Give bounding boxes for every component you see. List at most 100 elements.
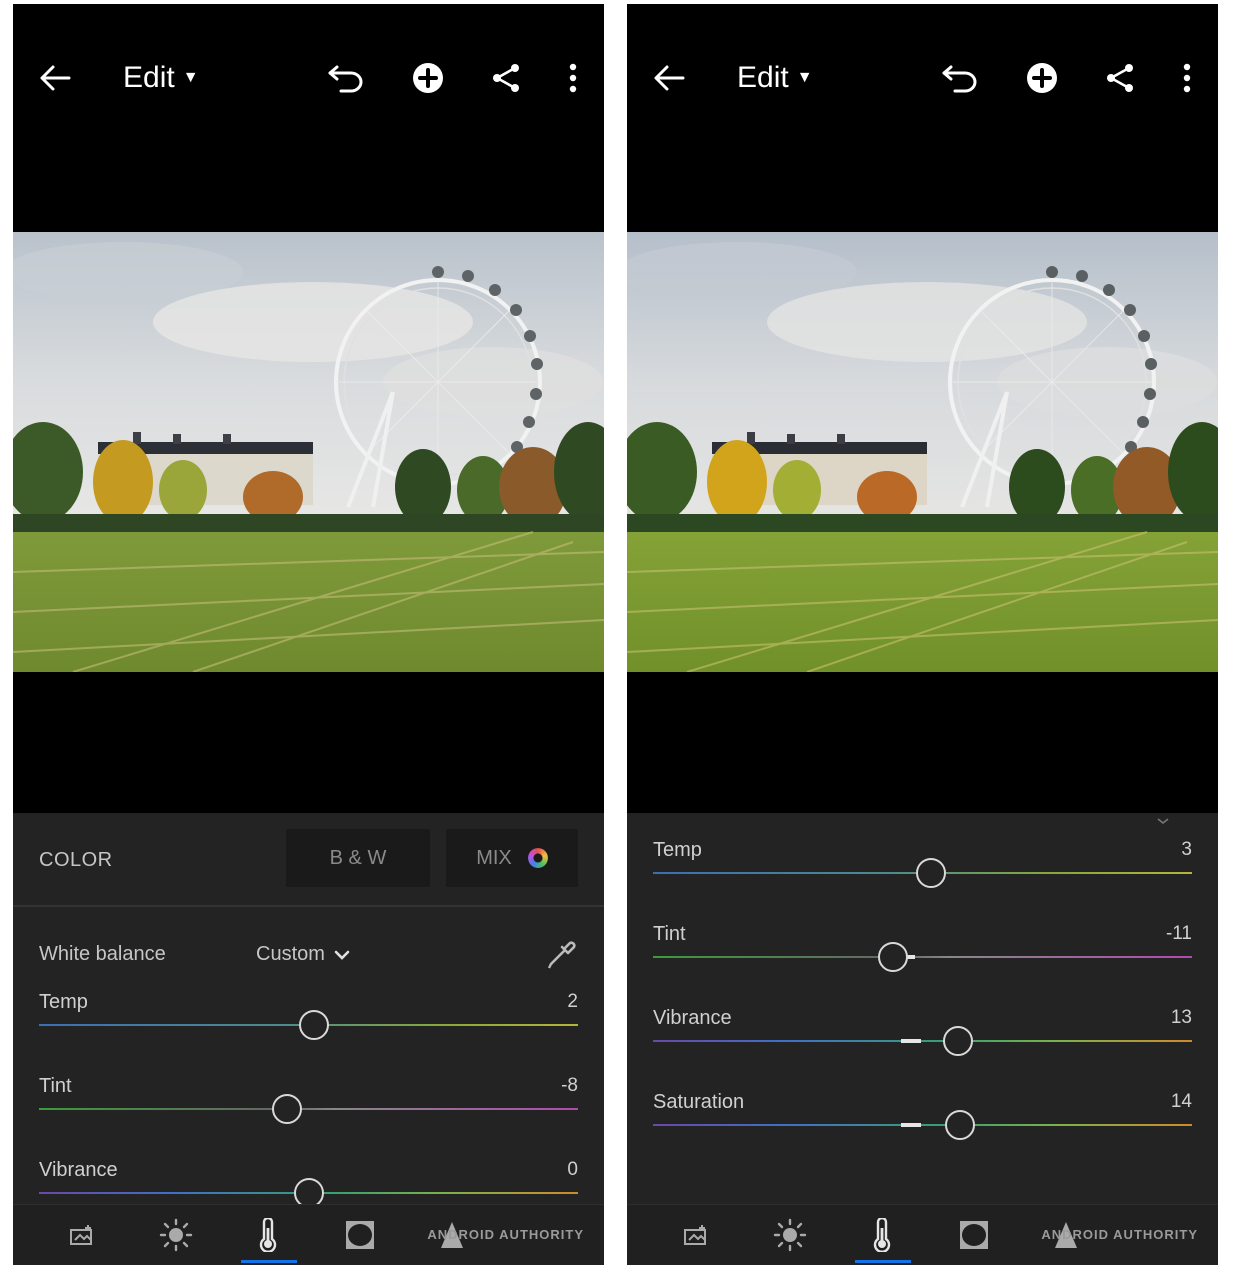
tint-value: -11 [1165, 923, 1192, 944]
london-eye-photo [13, 232, 604, 672]
add-button[interactable] [1019, 56, 1065, 100]
eyedropper-button[interactable] [544, 937, 578, 971]
saturation-knob[interactable] [945, 1110, 976, 1140]
temp-slider[interactable]: Temp 3 [653, 839, 1192, 923]
edit-panel: COLOR B & W MIX White balance Custom Tem… [13, 813, 604, 1265]
more-vertical-icon [1183, 63, 1191, 93]
temp-label: Temp [39, 991, 88, 1013]
active-tab-indicator [241, 1260, 297, 1263]
caret-down-icon: ▼ [796, 69, 813, 86]
edit-mode-label: Edit [737, 61, 789, 94]
tint-label: Tint [653, 923, 686, 945]
caret-down-icon: ▼ [182, 69, 199, 86]
arrow-left-icon [40, 65, 71, 91]
color-thermometer-icon [873, 1218, 891, 1252]
watermark-text: ANDROID AUTHORITY [427, 1227, 584, 1242]
vibrance-fill [900, 1039, 921, 1043]
tint-slider[interactable]: Tint -11 [653, 923, 1192, 1007]
white-balance-row: White balance Custom [39, 937, 578, 973]
tint-knob[interactable] [877, 942, 908, 972]
more-vertical-icon [569, 63, 577, 93]
bottom-tool-bar: ANDROID AUTHORITY [627, 1204, 1218, 1265]
temp-value: 2 [567, 991, 578, 1012]
white-balance-label: White balance [39, 943, 166, 965]
saturation-fill [900, 1123, 921, 1127]
color-tool-button[interactable] [865, 1218, 899, 1252]
edit-mode-dropdown[interactable]: Edit ▼ [737, 56, 837, 100]
collapse-caret-icon[interactable] [1156, 817, 1170, 825]
undo-button[interactable] [323, 56, 369, 100]
eyedropper-icon [547, 941, 576, 969]
color-thermometer-icon [259, 1218, 277, 1252]
more-options-button[interactable] [1172, 56, 1202, 100]
crop-icon [684, 1225, 706, 1245]
add-circle-icon [1027, 63, 1057, 93]
light-icon [159, 1218, 193, 1252]
temp-knob[interactable] [298, 1010, 329, 1040]
tint-value: -8 [561, 1075, 578, 1096]
bottom-tool-bar: ANDROID AUTHORITY [13, 1204, 604, 1265]
photo-preview[interactable] [627, 232, 1218, 672]
undo-icon [942, 65, 977, 93]
vibrance-value: 0 [567, 1159, 578, 1180]
arrow-left-icon [654, 65, 685, 91]
more-options-button[interactable] [558, 56, 588, 100]
tint-track[interactable] [653, 956, 1192, 958]
tint-slider[interactable]: Tint -8 [39, 1075, 578, 1159]
light-tool-button[interactable] [773, 1218, 807, 1252]
chevron-down-icon [335, 950, 350, 960]
edit-panel: Temp 3 Tint -11 Vibrance 13 Saturation 1… [627, 813, 1218, 1265]
saturation-label: Saturation [653, 1091, 745, 1113]
effects-tool-button[interactable] [957, 1218, 991, 1252]
temp-slider[interactable]: Temp 2 [39, 991, 578, 1075]
share-button[interactable] [1097, 56, 1143, 100]
back-button[interactable] [35, 56, 75, 100]
back-button[interactable] [649, 56, 689, 100]
right-screenshot: Edit ▼ Temp 3 Tint -11 Vibrance 13 Satur… [627, 4, 1218, 1265]
add-button[interactable] [405, 56, 451, 100]
saturation-track[interactable] [653, 1124, 1192, 1126]
top-bar: Edit ▼ [627, 4, 1218, 154]
add-circle-icon [413, 63, 443, 93]
tint-label: Tint [39, 1075, 72, 1097]
light-tool-button[interactable] [159, 1218, 193, 1252]
vibrance-slider[interactable]: Vibrance 13 [653, 1007, 1192, 1091]
mix-label: MIX [476, 846, 512, 869]
temp-label: Temp [653, 839, 702, 861]
vibrance-track[interactable] [653, 1040, 1192, 1042]
share-button[interactable] [483, 56, 529, 100]
vibrance-label: Vibrance [39, 1159, 118, 1181]
light-icon [773, 1218, 807, 1252]
color-header: COLOR B & W MIX [13, 813, 604, 907]
top-bar: Edit ▼ [13, 4, 604, 154]
white-balance-dropdown[interactable]: Custom [256, 943, 350, 966]
tint-track[interactable] [39, 1108, 578, 1110]
bw-button[interactable]: B & W [286, 829, 430, 887]
white-balance-value: Custom [256, 943, 325, 965]
saturation-value: 14 [1170, 1091, 1192, 1112]
effects-vignette-icon [960, 1221, 988, 1249]
effects-vignette-icon [346, 1221, 374, 1249]
undo-button[interactable] [937, 56, 983, 100]
temp-knob[interactable] [915, 858, 946, 888]
color-tool-button[interactable] [251, 1218, 285, 1252]
color-wheel-icon [527, 848, 548, 868]
saturation-slider[interactable]: Saturation 14 [653, 1091, 1192, 1175]
crop-tool-button[interactable] [679, 1218, 713, 1252]
active-tab-indicator [855, 1260, 911, 1263]
watermark-text: ANDROID AUTHORITY [1041, 1227, 1198, 1242]
share-icon [1107, 64, 1133, 92]
vibrance-knob[interactable] [942, 1026, 973, 1056]
mix-button[interactable]: MIX [446, 829, 578, 887]
london-eye-photo [627, 232, 1218, 672]
left-screenshot: Edit ▼ COLOR B & W MIX White balance Cus… [13, 4, 604, 1265]
crop-tool-button[interactable] [65, 1218, 99, 1252]
edit-mode-label: Edit [123, 61, 175, 94]
photo-preview[interactable] [13, 232, 604, 672]
vibrance-value: 13 [1170, 1007, 1192, 1028]
tint-knob[interactable] [271, 1094, 302, 1124]
effects-tool-button[interactable] [343, 1218, 377, 1252]
edit-mode-dropdown[interactable]: Edit ▼ [123, 56, 223, 100]
undo-icon [328, 65, 363, 93]
crop-icon [70, 1225, 92, 1245]
